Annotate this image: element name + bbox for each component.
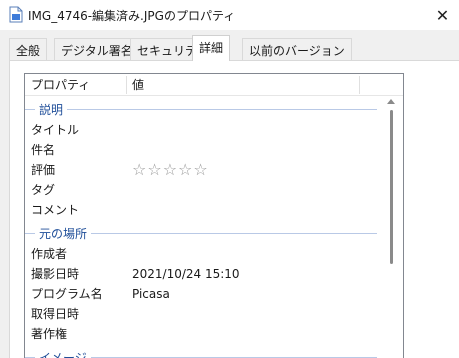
close-icon: ✕ <box>435 5 450 25</box>
list-header: プロパティ 値 <box>25 74 403 96</box>
list-item[interactable]: 評価 ☆☆☆☆☆ <box>25 160 377 180</box>
list-item[interactable]: タイトル <box>25 120 377 140</box>
rating-stars[interactable]: ☆☆☆☆☆ <box>132 160 209 180</box>
column-divider[interactable] <box>126 76 127 94</box>
group-header-description[interactable]: 説明 <box>25 100 377 118</box>
tab-details[interactable]: 詳細 <box>192 35 231 61</box>
property-name: 評価 <box>31 163 56 177</box>
group-divider-line <box>25 109 377 110</box>
scroll-up-arrow-icon[interactable] <box>387 99 395 104</box>
property-name: タイトル <box>31 123 80 137</box>
list-item[interactable]: 取得日時 <box>25 304 377 324</box>
list-item[interactable]: 撮影日時 2021/10/24 15:10 <box>25 264 377 284</box>
property-name: タグ <box>31 183 56 197</box>
property-list[interactable]: プロパティ 値 説明 タイトル 件名 評価 ☆☆☆☆☆ タグ コメント 元の場所… <box>24 73 404 358</box>
property-name: プログラム名 <box>31 287 103 301</box>
property-name: コメント <box>31 203 80 217</box>
column-header-property[interactable]: プロパティ <box>31 74 90 96</box>
group-header-origin[interactable]: 元の場所 <box>25 224 377 242</box>
close-button[interactable]: ✕ <box>426 0 459 30</box>
group-header-image[interactable]: イメージ <box>25 348 377 358</box>
title-bar: IMG_4746-編集済み.JPGのプロパティ ✕ <box>0 0 459 30</box>
scroll-thumb[interactable] <box>390 110 393 264</box>
column-divider[interactable] <box>359 76 360 94</box>
tab-digital-signature[interactable]: デジタル署名 <box>54 38 140 60</box>
group-label: 説明 <box>35 101 68 118</box>
group-label: イメージ <box>35 349 91 358</box>
list-item[interactable]: コメント <box>25 200 377 220</box>
property-value: Picasa <box>132 287 170 301</box>
property-name: 件名 <box>31 143 56 157</box>
list-item[interactable]: 件名 <box>25 140 377 160</box>
document-icon <box>9 6 23 23</box>
tab-strip: 全般 デジタル署名 セキュリティ 詳細 以前のバージョン <box>0 30 459 61</box>
list-item[interactable]: 著作権 <box>25 324 377 344</box>
details-panel: プロパティ 値 説明 タイトル 件名 評価 ☆☆☆☆☆ タグ コメント 元の場所… <box>9 60 459 358</box>
property-value: 2021/10/24 15:10 <box>132 267 240 281</box>
group-label: 元の場所 <box>35 225 92 242</box>
vertical-scrollbar[interactable] <box>381 96 403 358</box>
property-name: 撮影日時 <box>31 267 80 281</box>
tab-general[interactable]: 全般 <box>9 38 48 60</box>
property-name: 著作権 <box>31 327 68 341</box>
window-title: IMG_4746-編集済み.JPGのプロパティ <box>28 9 236 23</box>
list-item[interactable]: タグ <box>25 180 377 200</box>
list-item[interactable]: 作成者 <box>25 244 377 264</box>
property-name: 作成者 <box>31 247 68 261</box>
column-header-value[interactable]: 値 <box>132 74 144 96</box>
property-name: 取得日時 <box>31 307 80 321</box>
tab-previous-versions[interactable]: 以前のバージョン <box>242 38 352 60</box>
list-item[interactable]: プログラム名 Picasa <box>25 284 377 304</box>
